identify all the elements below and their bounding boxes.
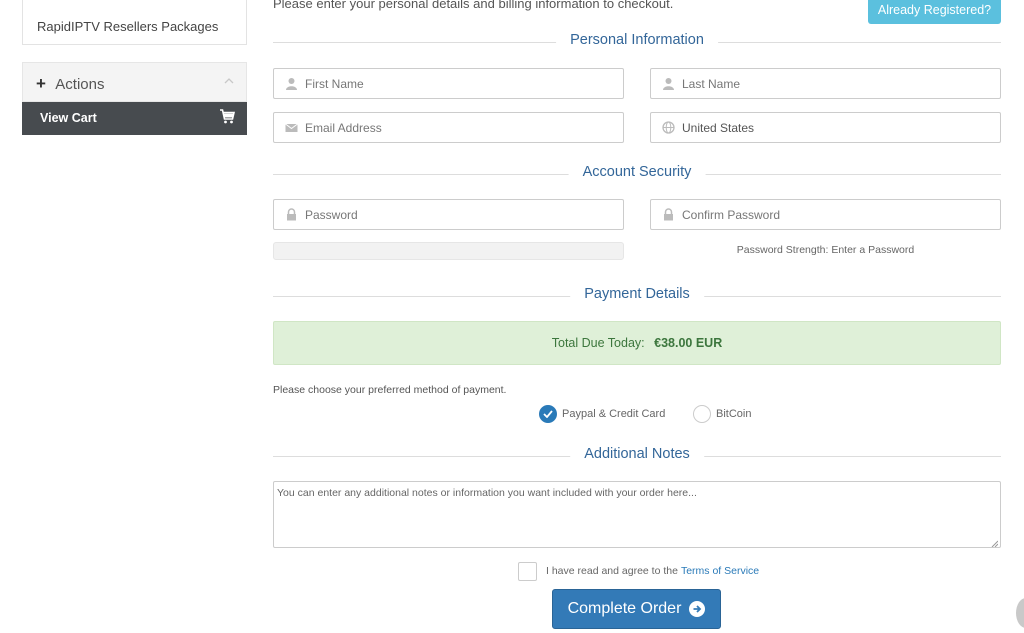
section-title: Account Security [568,164,706,180]
sidebar-item-label: RapidIPTV Resellers Packages [37,19,219,34]
section-title: Additional Notes [570,446,704,462]
user-icon [285,77,298,90]
view-cart-label: View Cart [40,111,97,125]
lock-icon [662,208,675,221]
section-title: Personal Information [556,32,718,48]
payment-option-label: BitCoin [716,408,752,420]
view-cart-button[interactable]: View Cart [22,102,247,135]
terms-text: I have read and agree to the [546,565,678,577]
section-heading-notes: Additional Notes [273,446,1001,466]
globe-icon [662,121,675,134]
password-placeholder: Password [305,208,358,222]
payment-option-label: Paypal & Credit Card [562,408,666,420]
lock-icon [285,208,298,221]
actions-panel-header[interactable]: + Actions [22,62,247,102]
chevron-up-icon[interactable] [224,73,234,87]
last-name-field[interactable]: Last Name [650,68,1001,99]
password-strength-bar [273,242,624,260]
payment-option-bitcoin[interactable]: BitCoin [693,404,751,424]
payment-option-paypal[interactable]: Paypal & Credit Card [539,404,665,424]
complete-order-button[interactable]: Complete Order [552,589,721,629]
confirm-password-placeholder: Confirm Password [682,208,781,222]
terms-checkbox[interactable] [518,561,537,581]
actions-label: Actions [55,76,105,93]
arrow-circle-right-icon [689,601,706,617]
password-field[interactable]: Password [273,199,624,230]
already-registered-button[interactable]: Already Registered? [868,0,1001,24]
section-heading-payment: Payment Details [273,286,1001,306]
last-name-placeholder: Last Name [682,77,741,91]
total-due-value: €38.00 EUR [654,336,723,350]
terms-agreement: I have read and agree to the Terms of Se… [518,561,759,581]
first-name-placeholder: First Name [305,77,364,91]
country-select[interactable]: United States [650,112,1001,143]
radio-unchecked-icon[interactable] [693,405,711,423]
radio-checked-icon[interactable] [539,405,557,423]
email-field[interactable]: Email Address [273,112,624,143]
terms-of-service-link[interactable]: Terms of Service [681,565,759,577]
country-value: United States [682,121,755,135]
complete-order-label: Complete Order [567,600,682,617]
password-strength-text: Password Strength: Enter a Password [736,244,915,256]
plus-icon: + [36,74,46,93]
total-due-label: Total Due Today: [551,336,645,350]
first-name-field[interactable]: First Name [273,68,624,99]
sidebar-item-resellers-packages[interactable]: RapidIPTV Resellers Packages [22,0,247,45]
total-due-box: Total Due Today: €38.00 EUR [273,321,1001,365]
section-title: Payment Details [570,286,704,302]
resize-grip-icon[interactable] [991,538,999,548]
confirm-password-field[interactable]: Confirm Password [650,199,1001,230]
cart-icon [219,109,236,127]
chat-widget-edge[interactable] [1016,598,1024,628]
additional-notes-textarea[interactable]: You can enter any additional notes or in… [273,481,1001,548]
email-placeholder: Email Address [305,121,382,135]
envelope-icon [285,121,298,134]
payment-method-prompt: Please choose your preferred method of p… [273,384,507,396]
section-heading-personal: Personal Information [273,32,1001,52]
notes-placeholder: You can enter any additional notes or in… [277,487,697,499]
section-heading-security: Account Security [273,164,1001,184]
checkout-intro-text: Please enter your personal details and b… [273,0,674,11]
user-icon [662,77,675,90]
